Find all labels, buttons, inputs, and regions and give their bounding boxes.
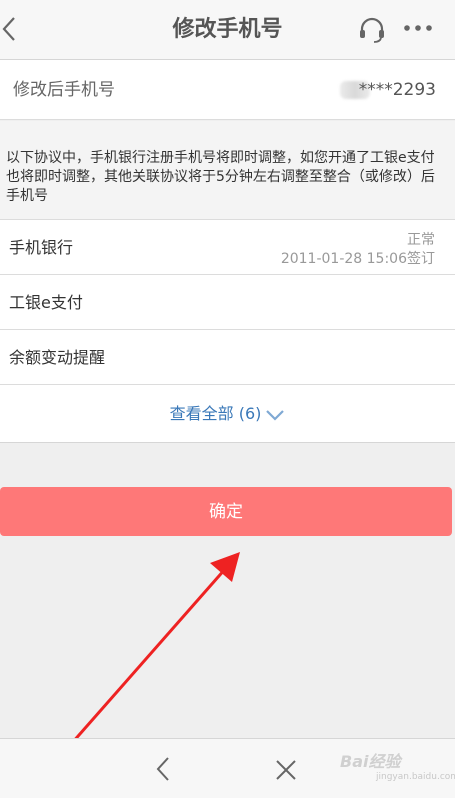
close-icon[interactable] xyxy=(274,758,298,782)
agreement-notice: 以下协议中，手机银行注册手机号将即时调整，如您开通了工银e支付也将即时调整，其他… xyxy=(0,121,455,220)
confirm-button[interactable]: 确定 xyxy=(0,487,452,536)
agreement-name: 手机银行 xyxy=(9,238,74,257)
page-title: 修改手机号 xyxy=(172,17,283,42)
view-all-label: 查看全部 (6) xyxy=(169,404,262,423)
header-bar: 修改手机号 xyxy=(0,0,455,60)
agreement-date: 2011-01-28 15:06签订 xyxy=(280,251,435,267)
more-dots-icon[interactable] xyxy=(402,18,434,38)
watermark: Bai经验 jingyan.baidu.com xyxy=(340,748,455,788)
agreement-name: 余额变动提醒 xyxy=(9,348,106,367)
new-phone-value: ****2293 xyxy=(358,80,436,100)
list-item[interactable]: 余额变动提醒 xyxy=(0,330,455,385)
watermark-subtext: jingyan.baidu.com xyxy=(376,772,455,782)
chevron-left-icon[interactable] xyxy=(153,755,173,783)
agreement-name: 工银e支付 xyxy=(9,293,83,312)
notice-text: 以下协议中，手机银行注册手机号将即时调整，如您开通了工银e支付也将即时调整，其他… xyxy=(6,150,435,204)
list-item[interactable]: 工银e支付 xyxy=(0,275,455,330)
headset-icon[interactable] xyxy=(358,16,386,44)
view-all-link[interactable]: 查看全部 (6) xyxy=(0,385,455,443)
new-phone-row: 修改后手机号 ****2293 xyxy=(0,60,455,120)
agreement-status: 正常 xyxy=(407,232,435,248)
chevron-down-icon xyxy=(266,409,285,421)
watermark-text: Bai经验 xyxy=(340,752,401,771)
new-phone-label: 修改后手机号 xyxy=(13,80,115,100)
list-item[interactable]: 手机银行 正常 2011-01-28 15:06签订 xyxy=(0,220,455,275)
agreement-list: 手机银行 正常 2011-01-28 15:06签订 工银e支付 余额变动提醒 xyxy=(0,220,455,385)
